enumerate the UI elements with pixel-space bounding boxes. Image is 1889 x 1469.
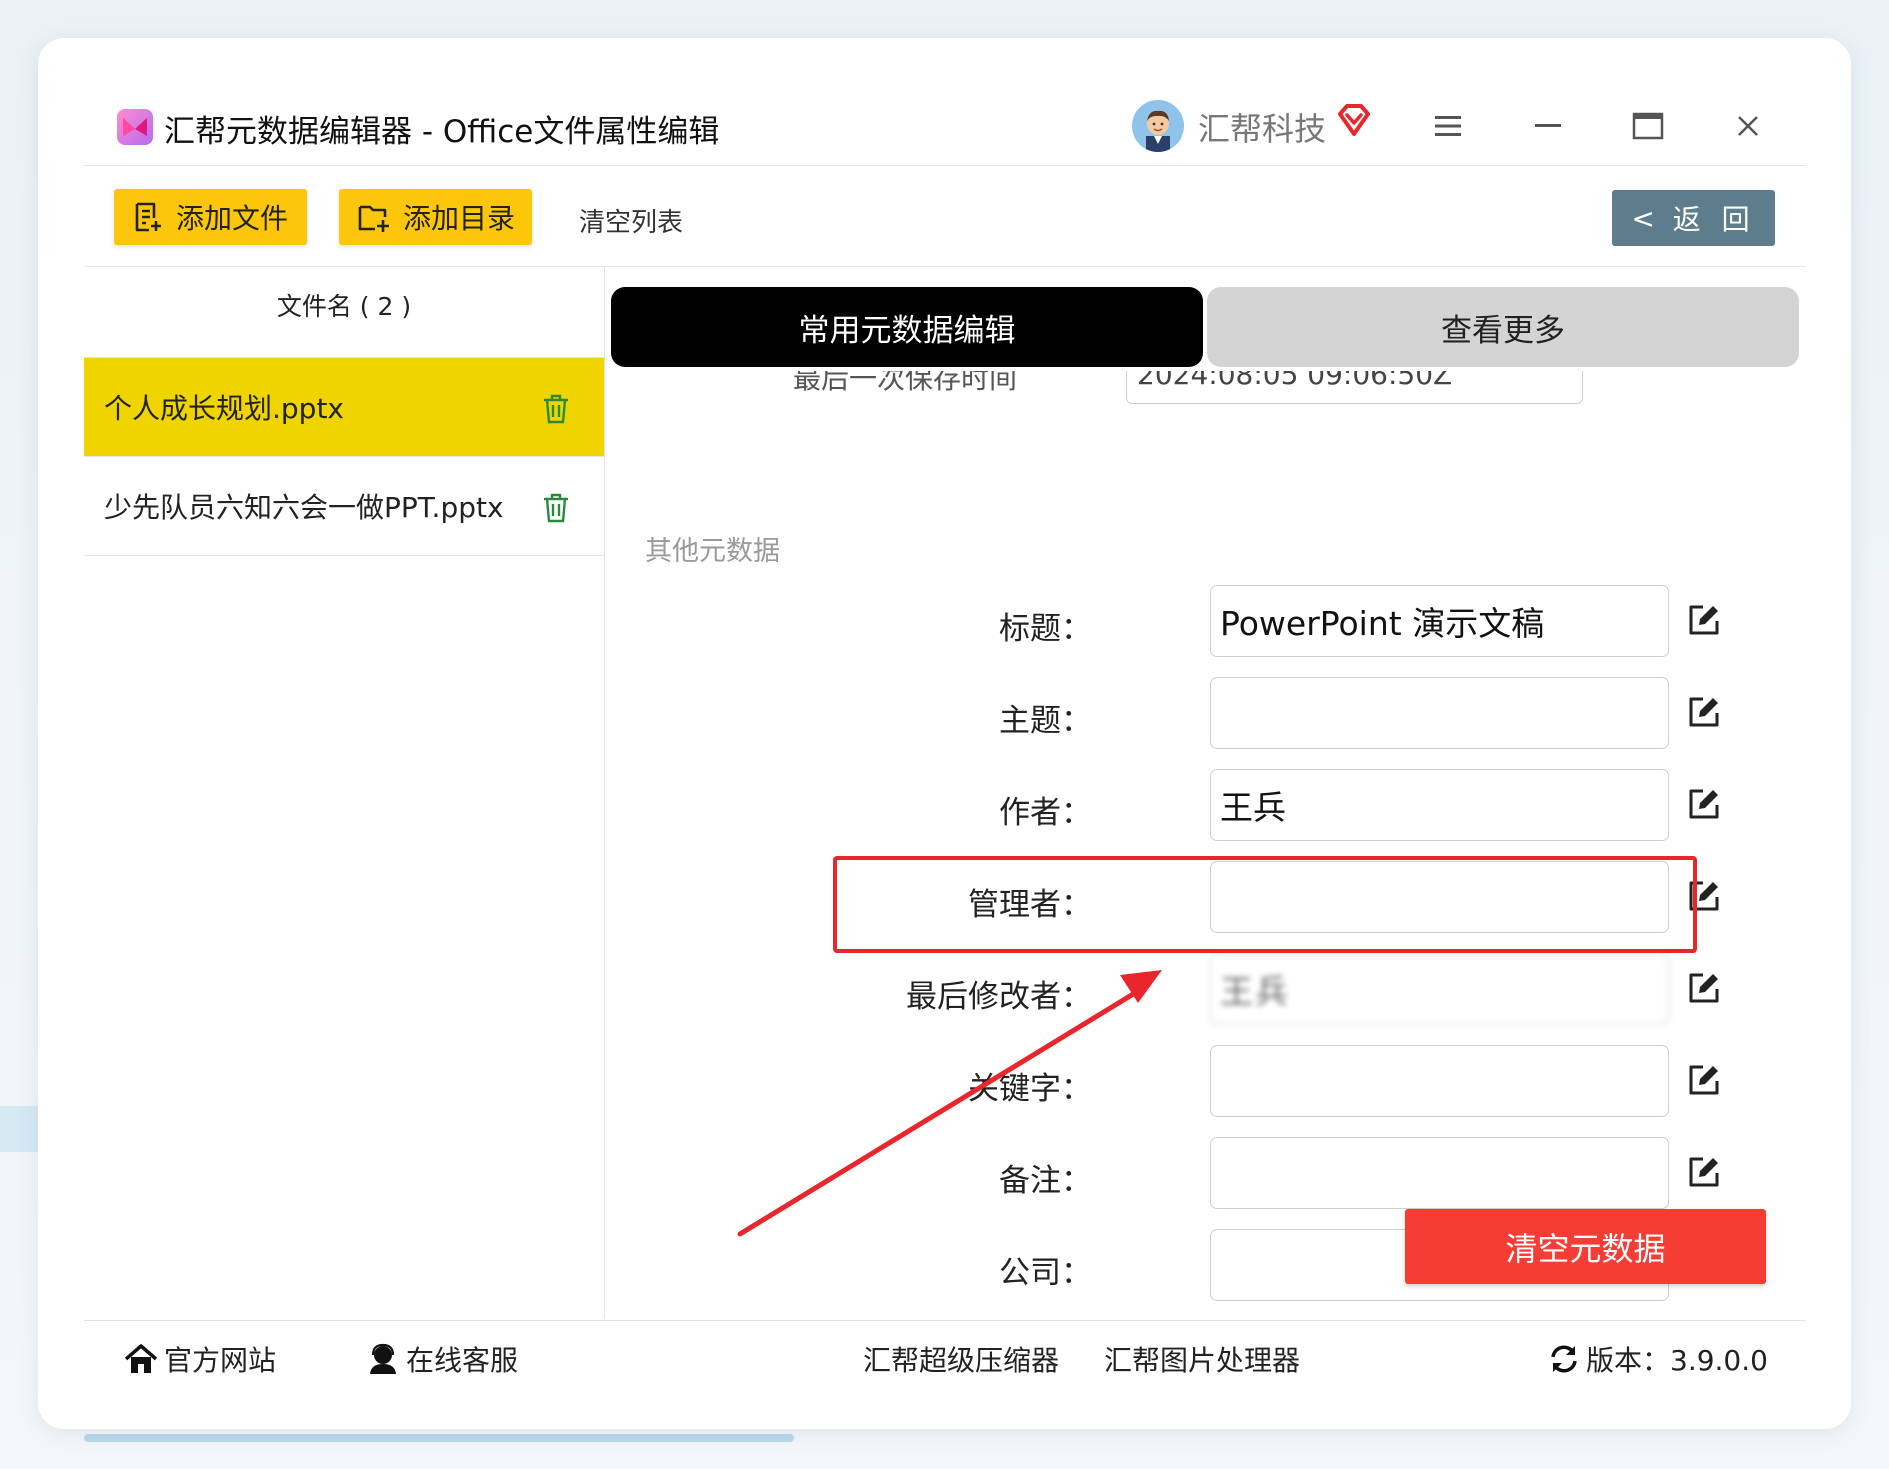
subject-input[interactable] bbox=[1210, 677, 1669, 749]
keywords-input[interactable] bbox=[1210, 1045, 1669, 1117]
online-support-label: 在线客服 bbox=[406, 1344, 519, 1377]
manager-label: 管理者： bbox=[968, 887, 1092, 923]
add-directory-label: 添加目录 bbox=[403, 202, 516, 235]
edit-icon[interactable] bbox=[1687, 695, 1721, 729]
file-list-item[interactable]: 个人成长规划.pptx bbox=[84, 358, 604, 457]
official-website-link[interactable]: 官方网站 bbox=[124, 1339, 276, 1379]
edit-icon[interactable] bbox=[1687, 879, 1721, 913]
last-modified-by-label: 最后修改者： bbox=[906, 979, 1092, 1015]
user-name[interactable]: 汇帮科技 bbox=[1198, 104, 1326, 150]
author-label: 作者： bbox=[999, 795, 1092, 831]
add-file-icon bbox=[135, 202, 161, 232]
edit-icon[interactable] bbox=[1687, 603, 1721, 637]
title-input[interactable] bbox=[1210, 585, 1669, 657]
support-agent-icon bbox=[370, 1343, 396, 1374]
refresh-icon[interactable] bbox=[1548, 1343, 1580, 1375]
tab-view-more[interactable]: 查看更多 bbox=[1207, 287, 1799, 367]
file-list-header: 文件名 ( 2 ) bbox=[84, 267, 604, 358]
avatar-icon bbox=[1132, 100, 1184, 152]
section-title-other-metadata: 其他元数据 bbox=[645, 536, 780, 567]
comments-input[interactable] bbox=[1210, 1137, 1669, 1209]
home-icon bbox=[124, 1344, 158, 1373]
manager-input[interactable] bbox=[1210, 861, 1669, 933]
image-tool-link[interactable]: 汇帮图片处理器 bbox=[1104, 1339, 1300, 1379]
app-logo-icon bbox=[117, 109, 153, 145]
close-button[interactable] bbox=[1720, 98, 1776, 154]
hamburger-icon bbox=[1435, 116, 1461, 136]
title-label: 标题： bbox=[999, 611, 1092, 647]
maximize-button[interactable] bbox=[1620, 98, 1676, 154]
back-label: 返 回 bbox=[1672, 203, 1756, 236]
online-support-link[interactable]: 在线客服 bbox=[366, 1339, 518, 1379]
file-name: 个人成长规划.pptx bbox=[104, 392, 344, 425]
subject-label: 主题： bbox=[999, 703, 1092, 739]
maximize-icon bbox=[1632, 112, 1664, 140]
comments-label: 备注： bbox=[999, 1163, 1092, 1199]
edit-icon[interactable] bbox=[1687, 1063, 1721, 1097]
keywords-label: 关键字： bbox=[968, 1071, 1092, 1107]
compressor-link[interactable]: 汇帮超级压缩器 bbox=[863, 1339, 1059, 1379]
delete-trash-icon[interactable] bbox=[542, 394, 570, 424]
last-modified-by-input[interactable] bbox=[1210, 953, 1669, 1025]
tab-bar: 常用元数据编辑 查看更多 bbox=[605, 267, 1806, 371]
add-folder-icon bbox=[358, 205, 389, 232]
edit-icon[interactable] bbox=[1687, 787, 1721, 821]
back-arrow-icon: < bbox=[1631, 201, 1655, 235]
footer: 官方网站 在线客服 汇帮超级压缩器 汇帮图片处理器 版本：3.9.0.0 bbox=[84, 1320, 1806, 1395]
tab-common-metadata[interactable]: 常用元数据编辑 bbox=[611, 287, 1203, 367]
app-title: 汇帮元数据编辑器 - Office文件属性编辑 bbox=[164, 114, 720, 150]
edit-icon[interactable] bbox=[1687, 971, 1721, 1005]
file-list-panel: 文件名 ( 2 ) 个人成长规划.pptx 少先队员六知六会一做PPT.pptx bbox=[84, 267, 605, 1319]
minimize-icon bbox=[1535, 124, 1561, 127]
add-file-label: 添加文件 bbox=[176, 202, 289, 235]
official-website-label: 官方网站 bbox=[164, 1344, 277, 1377]
toolbar: 添加文件 添加目录 清空列表 < 返 回 bbox=[84, 166, 1806, 267]
vip-diamond-icon[interactable] bbox=[1336, 102, 1372, 138]
version-info: 版本：3.9.0.0 bbox=[1548, 1339, 1768, 1379]
company-label: 公司： bbox=[999, 1255, 1092, 1291]
author-input[interactable] bbox=[1210, 769, 1669, 841]
add-file-button[interactable]: 添加文件 bbox=[114, 189, 307, 245]
clear-metadata-button[interactable]: 清空元数据 bbox=[1405, 1209, 1766, 1284]
minimize-button[interactable] bbox=[1520, 98, 1576, 154]
menu-button[interactable] bbox=[1420, 98, 1476, 154]
back-button[interactable]: < 返 回 bbox=[1612, 190, 1775, 246]
title-bar: 汇帮元数据编辑器 - Office文件属性编辑 汇帮科技 bbox=[84, 84, 1806, 166]
user-avatar[interactable] bbox=[1132, 100, 1184, 152]
delete-trash-icon[interactable] bbox=[542, 493, 570, 523]
version-label: 版本：3.9.0.0 bbox=[1586, 1344, 1768, 1377]
file-list-item[interactable]: 少先队员六知六会一做PPT.pptx bbox=[84, 457, 604, 556]
file-name: 少先队员六知六会一做PPT.pptx bbox=[104, 491, 504, 524]
edit-icon[interactable] bbox=[1687, 1155, 1721, 1189]
clear-list-button[interactable]: 清空列表 bbox=[579, 202, 683, 239]
close-icon bbox=[1738, 116, 1758, 136]
background-bar bbox=[84, 1434, 794, 1442]
metadata-panel: 常用元数据编辑 查看更多 最后一次保存时间 2024:08:05 09:06:5… bbox=[605, 267, 1806, 1319]
add-directory-button[interactable]: 添加目录 bbox=[339, 189, 532, 245]
app-window: 汇帮元数据编辑器 - Office文件属性编辑 汇帮科技 添加文件 添加目录 清… bbox=[84, 84, 1806, 1394]
